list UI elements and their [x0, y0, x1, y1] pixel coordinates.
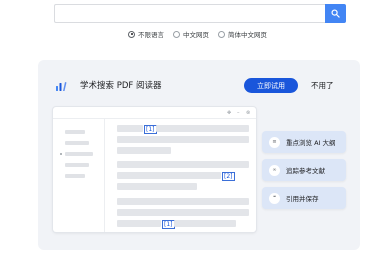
- text-line: [117, 198, 249, 205]
- citation-marker[interactable]: [1]: [162, 220, 175, 229]
- radio-simplified-chinese-pages[interactable]: 简体中文网页: [218, 29, 267, 39]
- quote-icon: ❝: [269, 192, 280, 204]
- dismiss-button[interactable]: 不用了: [311, 80, 334, 92]
- viewer-toolbar: ✥ – ⊗: [53, 107, 256, 119]
- radio-button[interactable]: [218, 30, 225, 38]
- text-line: [117, 147, 171, 154]
- feature-cite-and-save[interactable]: ❝ 引用并保存: [262, 187, 346, 209]
- radio-label: 简体中文网页: [228, 31, 267, 39]
- feature-ai-outline[interactable]: ≡ 重点浏览 AI 大纲: [262, 131, 346, 153]
- text-line: [117, 125, 143, 132]
- radio-button-selected[interactable]: [128, 30, 135, 38]
- outline-icon: ≡: [269, 136, 280, 148]
- text-line: [117, 183, 197, 190]
- text-line: [117, 136, 249, 143]
- radio-any-language[interactable]: 不限语言: [128, 29, 164, 39]
- radio-button[interactable]: [173, 30, 180, 38]
- search-input[interactable]: [54, 4, 325, 23]
- radio-label: 中文网页: [183, 31, 209, 39]
- search-button[interactable]: [325, 4, 346, 23]
- language-filter: 不限语言 中文网页 简体中文网页: [128, 28, 267, 40]
- outline-bullet: [60, 153, 62, 155]
- text-line: [117, 220, 161, 227]
- search-icon: [331, 9, 340, 18]
- feature-track-references[interactable]: ∞ 追踪参考文献: [262, 159, 346, 181]
- scholar-logo-icon: [56, 82, 67, 91]
- try-now-button[interactable]: 立即试用: [244, 78, 298, 93]
- text-line: [117, 161, 249, 168]
- outline-line: [65, 163, 89, 167]
- citation-marker[interactable]: [2]: [222, 172, 235, 181]
- promo-title: 学术搜索 PDF 阅读器: [80, 81, 162, 91]
- feature-label: 重点浏览 AI 大纲: [286, 139, 336, 147]
- outline-line: [65, 174, 85, 178]
- minimize-icon: –: [237, 110, 240, 116]
- close-icon: ⊗: [246, 110, 251, 116]
- feature-label: 追踪参考文献: [286, 167, 325, 175]
- outline-line: [65, 152, 93, 156]
- pdf-reader-promo-card: 学术搜索 PDF 阅读器 立即试用 不用了 ✥ – ⊗ [1] [2] [1] …: [38, 60, 360, 250]
- citation-marker[interactable]: [1]: [144, 125, 157, 134]
- text-line: [117, 209, 249, 216]
- pdf-viewer-illustration: ✥ – ⊗ [1] [2] [1]: [53, 107, 256, 232]
- zoom-icon: ✥: [227, 110, 232, 116]
- outline-line: [65, 141, 89, 145]
- radio-chinese-pages[interactable]: 中文网页: [173, 29, 209, 39]
- text-line: [156, 125, 249, 132]
- outline-line: [65, 130, 85, 134]
- text-line: [174, 220, 236, 227]
- link-icon: ∞: [269, 164, 280, 176]
- feature-label: 引用并保存: [286, 195, 319, 203]
- text-line: [117, 172, 221, 179]
- viewer-outline-panel: [53, 119, 105, 232]
- radio-label: 不限语言: [138, 31, 164, 39]
